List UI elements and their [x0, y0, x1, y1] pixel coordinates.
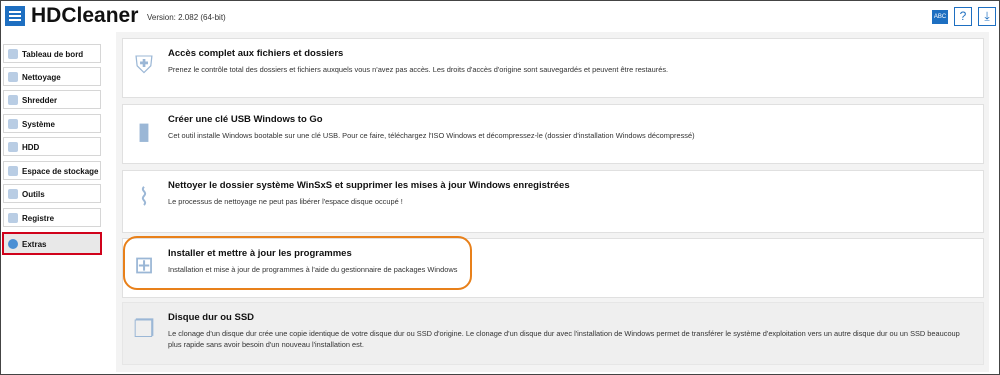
card-description: Cet outil installe Windows bootable sur …: [168, 131, 695, 140]
clean-icon: [8, 72, 18, 82]
card-title: Nettoyer le dossier système WinSxS et su…: [168, 180, 570, 191]
hamburger-menu-icon[interactable]: [5, 6, 25, 26]
tools-icon: [8, 189, 18, 199]
app-title: HDCleaner: [31, 4, 139, 27]
sidebar-item-registre[interactable]: Registre: [3, 208, 101, 227]
card-winsxs-cleanup[interactable]: ⌇ Nettoyer le dossier système WinSxS et …: [122, 170, 984, 233]
broom-icon: ⌇: [138, 184, 150, 211]
system-icon: [8, 119, 18, 129]
keyboard-icon[interactable]: ABC: [932, 10, 948, 24]
card-disk-clone[interactable]: ❐ Disque dur ou SSD Le clonage d'un disq…: [122, 302, 984, 365]
sidebar-item-label: Registre: [22, 214, 55, 223]
main-content: ⛨ Accès complet aux fichiers et dossiers…: [116, 32, 989, 372]
sidebar-item-label: Shredder: [22, 96, 58, 105]
extras-icon: [8, 239, 18, 249]
sidebar-item-label: Système: [22, 120, 55, 129]
sidebar-item-tableau-de-bord[interactable]: Tableau de bord: [3, 44, 101, 63]
app-version: Version: 2.082 (64-bit): [147, 13, 226, 22]
help-icon[interactable]: ?: [954, 7, 972, 26]
sidebar-item-espace-de-stockage[interactable]: Espace de stockage: [3, 161, 101, 180]
card-description: Prenez le contrôle total des dossiers et…: [168, 65, 669, 74]
sidebar-item-label: Extras: [22, 240, 47, 249]
card-title: Accès complet aux fichiers et dossiers: [168, 48, 344, 59]
card-full-access[interactable]: ⛨ Accès complet aux fichiers et dossiers…: [122, 38, 984, 98]
dashboard-icon: [8, 49, 18, 59]
usb-icon: ▮: [137, 118, 151, 145]
sidebar-item-shredder[interactable]: Shredder: [3, 90, 101, 109]
card-title: Créer une clé USB Windows to Go: [168, 114, 323, 125]
sidebar-item-hdd[interactable]: HDD: [3, 137, 101, 156]
sidebar-item-label: Tableau de bord: [22, 50, 84, 59]
sidebar-item-label: Nettoyage: [22, 73, 61, 82]
card-description: Le clonage d'un disque dur crée une copi…: [168, 329, 960, 349]
sidebar-item-systeme[interactable]: Système: [3, 114, 101, 133]
shield-lock-icon: ⛨: [135, 52, 153, 79]
card-description: Le processus de nettoyage ne peut pas li…: [168, 197, 403, 206]
title-bar: HDCleaner Version: 2.082 (64-bit) ABC ? …: [1, 1, 999, 31]
sidebar-item-extras[interactable]: Extras: [2, 232, 102, 255]
hdd-icon: [8, 142, 18, 152]
copy-icon: ❐: [133, 316, 155, 343]
card-title: Disque dur ou SSD: [168, 312, 255, 323]
registry-icon: [8, 213, 18, 223]
highlight-annotation: [123, 236, 472, 290]
storage-icon: [8, 166, 18, 176]
sidebar-item-label: Outils: [22, 190, 45, 199]
card-windows-to-go[interactable]: ▮ Créer une clé USB Windows to Go Cet ou…: [122, 104, 984, 164]
sidebar-item-nettoyage[interactable]: Nettoyage: [3, 67, 101, 86]
download-icon[interactable]: ⤓: [978, 7, 996, 26]
shredder-icon: [8, 95, 18, 105]
sidebar-item-label: Espace de stockage: [22, 167, 99, 176]
sidebar-item-outils[interactable]: Outils: [3, 184, 101, 203]
sidebar-item-label: HDD: [22, 143, 40, 152]
